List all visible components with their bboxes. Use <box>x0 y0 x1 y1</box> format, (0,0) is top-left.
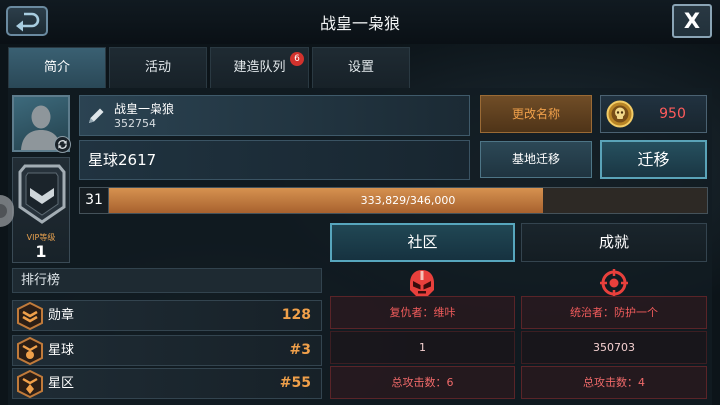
avenger-attack-count: 总攻击数：6 <box>330 366 515 399</box>
crosshair-icon <box>600 269 628 297</box>
currency-amount: 950 <box>659 106 686 122</box>
back-arrow-icon <box>16 12 40 32</box>
avenger-value: 1 <box>330 331 515 364</box>
leaderboard-value: 128 <box>281 307 311 323</box>
relocate-base-button[interactable]: 基地迁移 <box>480 141 592 178</box>
pencil-icon <box>89 108 104 123</box>
close-button[interactable]: X <box>672 4 712 38</box>
tab-settings[interactable]: 设置 <box>312 47 410 88</box>
currency-display[interactable]: 950 <box>600 95 707 133</box>
player-name: 战皇一枭狼 <box>114 102 175 116</box>
refresh-icon <box>58 140 67 149</box>
leaderboard-label: 勋章 <box>48 308 75 323</box>
coin-icon <box>606 100 634 128</box>
back-button[interactable] <box>6 6 48 36</box>
tab-community[interactable]: 社区 <box>330 223 515 262</box>
player-level: 31 <box>80 188 109 213</box>
avenger-stat-card: 复仇者：维咔 1 总攻击数：6 <box>330 296 515 400</box>
leaderboard-label: 星球 <box>48 343 75 358</box>
ruler-value: 350703 <box>521 331 707 364</box>
helmet-icon <box>410 270 434 296</box>
leaderboard-value: #55 <box>279 375 311 391</box>
tab-label: 简介 <box>43 60 70 75</box>
leaderboard-row-sector[interactable]: 星区 #55 <box>12 368 322 399</box>
vip-level: 1 <box>35 242 47 261</box>
tab-build-queue[interactable]: 建造队列 6 <box>210 47 309 88</box>
tab-profile[interactable]: 简介 <box>8 47 106 88</box>
tab-activity[interactable]: 活动 <box>109 47 207 88</box>
ruler-attack-count: 总攻击数：4 <box>521 366 707 399</box>
tab-achievements[interactable]: 成就 <box>521 223 707 262</box>
level-bar: 31 333,829/346,000 <box>79 187 708 214</box>
sector-rank-icon <box>17 369 43 399</box>
leaderboard-row-medals[interactable]: 勋章 128 <box>12 300 322 331</box>
change-avatar-button[interactable] <box>54 136 71 153</box>
planet-name: 星球2617 <box>79 140 470 180</box>
leaderboard-row-planet[interactable]: 星球 #3 <box>12 335 322 366</box>
relocate-button[interactable]: 迁移 <box>600 140 707 179</box>
tab-label: 设置 <box>347 60 374 75</box>
avenger-title: 复仇者：维咔 <box>330 296 515 329</box>
level-progress-track: 333,829/346,000 <box>109 188 707 213</box>
leaderboard-label: 星区 <box>48 376 75 391</box>
level-progress-text: 333,829/346,000 <box>360 194 456 207</box>
top-bar: 战皇一枭狼 X <box>0 0 720 44</box>
planet-rank-icon <box>17 336 43 366</box>
vip-badge[interactable]: VIP等级 1 <box>12 157 70 263</box>
notification-badge: 6 <box>290 52 304 66</box>
vip-shield-icon <box>18 164 66 224</box>
player-name-box[interactable]: 战皇一枭狼 352754 <box>79 95 470 136</box>
ruler-title: 统治者：防护一个 <box>521 296 707 329</box>
ruler-stat-card: 统治者：防护一个 350703 总攻击数：4 <box>521 296 707 400</box>
page-title: 战皇一枭狼 <box>319 14 400 33</box>
avatar[interactable] <box>12 95 71 153</box>
leaderboard-value: #3 <box>289 342 311 358</box>
medal-rank-icon <box>17 301 43 331</box>
leaderboard-title: 排行榜 <box>12 268 322 293</box>
rename-button[interactable]: 更改名称 <box>480 95 592 133</box>
tab-label: 活动 <box>144 60 171 75</box>
tab-label: 建造队列 <box>233 60 286 75</box>
player-id: 352754 <box>114 117 156 130</box>
